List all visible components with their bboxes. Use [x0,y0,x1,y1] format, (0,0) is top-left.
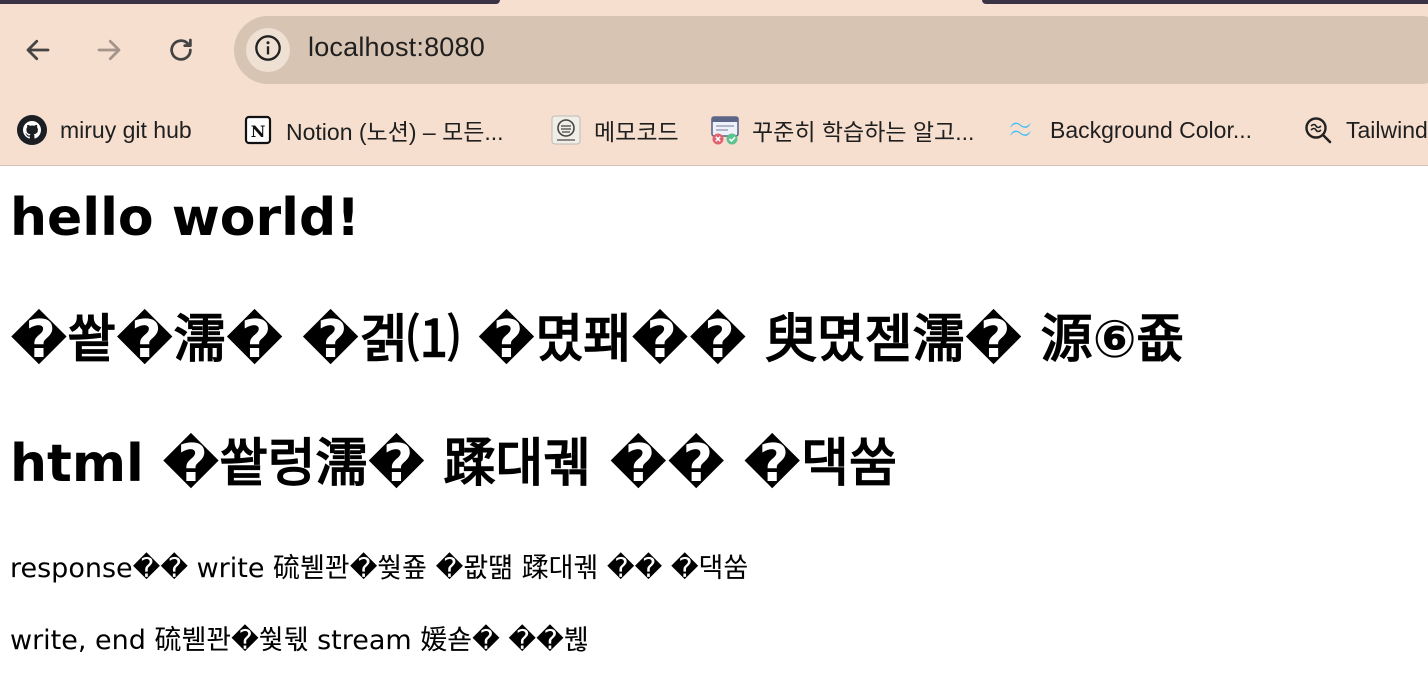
bookmark-notion[interactable]: N Notion (노션) – 모든... [242,108,504,152]
github-icon [16,114,48,146]
bookmark-memocode[interactable]: 메모코드 [550,108,679,152]
svg-text:N: N [251,122,266,141]
page-heading-garbled-1: �쐍�濡� �겕⑴ �몄퐤�� 臾몄젣濡� 源⑥죲 [10,310,1185,370]
tailwind-icon [1006,114,1038,146]
tab-strip-edge [982,0,1428,4]
address-bar[interactable]: localhost:8080 [234,16,1428,84]
bookmark-label: Tailwind [1346,116,1428,143]
bookmark-tailwind[interactable]: Tailwind [1302,108,1428,152]
notion-icon: N [242,114,274,146]
tab-strip-edge [0,0,500,4]
page-paragraph-2: write, end 硫붿꽌�쒗뒋 stream 媛숃� ��붾 [10,625,589,656]
page-heading-hello: hello world! [10,188,360,248]
info-icon [254,34,282,66]
bookmarks-bar: miruy git hub N Notion (노션) – 모든... 메모코드… [0,108,1428,152]
page-paragraph-1: response�� write 硫붿꽌�쒖죺 �뫖떎 蹂대궦 �� �댁쑴 [10,553,749,584]
forward-button[interactable] [89,30,129,70]
reload-icon [166,35,196,65]
bookmark-algorithm[interactable]: 꾸준히 학습하는 알고... [708,108,974,152]
memocode-icon [550,114,582,146]
bookmark-label: 꾸준히 학습하는 알고... [752,119,975,145]
url-text[interactable]: localhost:8080 [308,32,485,63]
site-info-button[interactable] [246,28,290,72]
bookmark-background-color[interactable]: Background Color... [1006,108,1252,152]
back-button[interactable] [18,30,58,70]
arrow-left-icon [23,35,53,65]
page-content: hello world! �쐍�濡� �겕⑴ �몄퐤�� 臾몄젣濡� 源⑥죲 h… [0,166,1428,688]
page-heading-garbled-2: html �쐍렁濡� 蹂대궦 �� �댁쑴 [10,434,897,494]
search-magnifier-icon [1302,114,1334,146]
arrow-right-icon [94,35,124,65]
reload-button[interactable] [161,30,201,70]
bookmark-label: Notion (노션) – 모든... [286,119,504,145]
bookmark-label: miruy git hub [60,116,192,143]
bookmark-label: Background Color... [1050,116,1253,143]
algorithm-icon [708,114,740,146]
browser-chrome: localhost:8080 miruy git hub N Notion (노… [0,0,1428,166]
bookmark-label: 메모코드 [594,119,679,145]
bookmark-miruy-git-hub[interactable]: miruy git hub [16,108,192,152]
